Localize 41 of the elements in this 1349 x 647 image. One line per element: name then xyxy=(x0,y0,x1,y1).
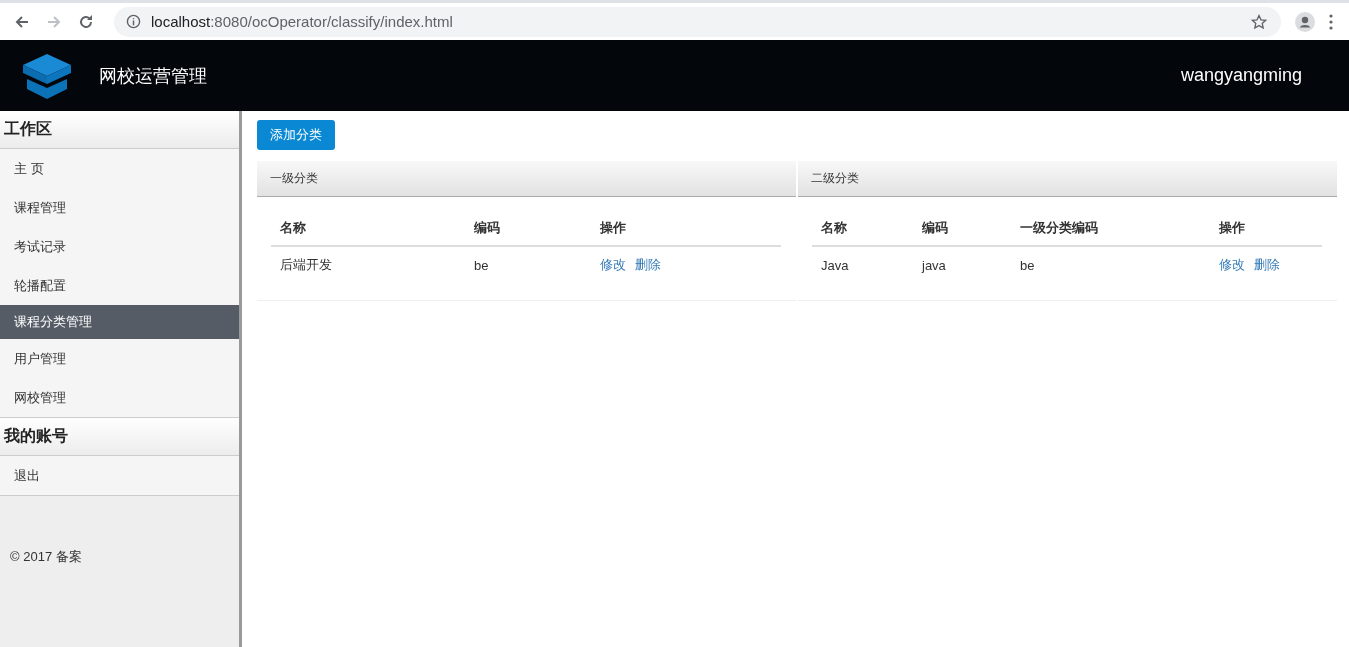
table-cell: 后端开发 xyxy=(271,246,465,284)
column-header: 名称 xyxy=(271,211,465,246)
table-cell: be xyxy=(1011,246,1210,284)
info-icon xyxy=(126,14,141,29)
nav-item[interactable]: 网校管理 xyxy=(0,378,239,417)
site-title: 网校运营管理 xyxy=(99,64,207,88)
section-heading: 工作区 xyxy=(0,111,239,149)
menu-icon[interactable] xyxy=(1329,13,1333,30)
action-link[interactable]: 删除 xyxy=(635,257,661,272)
column-header: 操作 xyxy=(591,211,781,246)
column-header: 名称 xyxy=(812,211,913,246)
nav-item[interactable]: 退出 xyxy=(0,456,239,495)
nav-item[interactable]: 课程分类管理 xyxy=(0,305,239,339)
nav-item[interactable]: 考试记录 xyxy=(0,227,239,266)
table-cell: be xyxy=(465,246,591,284)
back-icon[interactable] xyxy=(14,13,30,30)
address-bar[interactable]: localhost:8080/ocOperator/classify/index.html xyxy=(114,6,1281,37)
table-cell: java xyxy=(913,246,1011,284)
reload-icon[interactable] xyxy=(78,13,94,30)
panel-heading: 一级分类 xyxy=(257,161,796,197)
nav-item[interactable]: 轮播配置 xyxy=(0,266,239,305)
column-header: 操作 xyxy=(1210,211,1322,246)
column-header: 一级分类编码 xyxy=(1011,211,1210,246)
star-icon[interactable] xyxy=(1251,13,1267,30)
section-heading: 我的账号 xyxy=(0,418,239,456)
profile-icon[interactable] xyxy=(1295,11,1315,32)
add-category-button[interactable]: 添加分类 xyxy=(257,120,335,150)
column-header: 编码 xyxy=(913,211,1011,246)
nav-item[interactable]: 主 页 xyxy=(0,149,239,188)
user-name[interactable]: wangyangming xyxy=(1180,65,1302,86)
nav-item[interactable]: 用户管理 xyxy=(0,339,239,378)
footer-text: © 2017 备案 xyxy=(10,549,82,564)
nav-item[interactable]: 课程管理 xyxy=(0,188,239,227)
action-link[interactable]: 修改 xyxy=(600,257,626,272)
action-link[interactable]: 修改 xyxy=(1219,257,1245,272)
column-header: 编码 xyxy=(465,211,591,246)
action-link[interactable]: 删除 xyxy=(1254,257,1280,272)
table-cell: Java xyxy=(812,246,913,284)
url-text: localhost:8080/ocOperator/classify/index.html xyxy=(151,13,454,30)
panel-heading: 二级分类 xyxy=(798,161,1337,197)
cube-logo-icon xyxy=(21,51,73,100)
